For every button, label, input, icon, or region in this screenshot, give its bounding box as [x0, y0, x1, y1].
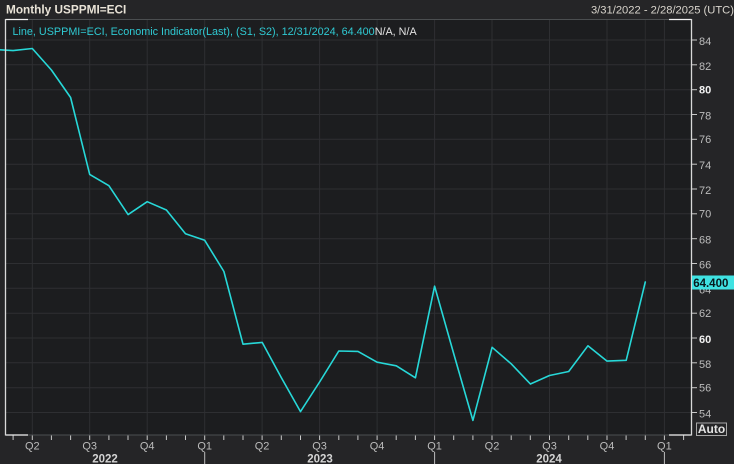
svg-text:Q1: Q1	[197, 441, 212, 453]
svg-text:2022: 2022	[92, 453, 118, 464]
svg-text:76: 76	[699, 134, 711, 146]
svg-text:Q4: Q4	[370, 441, 385, 453]
svg-text:Q2: Q2	[485, 441, 500, 453]
svg-text:Q3: Q3	[542, 441, 557, 453]
svg-text:82: 82	[699, 61, 711, 73]
svg-text:54: 54	[699, 409, 711, 421]
svg-text:72: 72	[699, 185, 711, 197]
svg-text:Q1: Q1	[427, 441, 442, 453]
svg-text:3/31/2022 - 2/28/2025 (UTC): 3/31/2022 - 2/28/2025 (UTC)	[591, 5, 734, 17]
svg-text:62: 62	[699, 308, 711, 320]
svg-text:2024: 2024	[536, 453, 562, 464]
svg-text:84: 84	[699, 36, 711, 48]
svg-text:Q1: Q1	[657, 441, 672, 453]
svg-text:58: 58	[699, 359, 711, 371]
svg-text:68: 68	[699, 235, 711, 247]
svg-text:80: 80	[699, 85, 711, 97]
svg-text:Q4: Q4	[600, 441, 615, 453]
svg-text:Q2: Q2	[25, 441, 40, 453]
svg-text:66: 66	[699, 260, 711, 272]
svg-text:Line, USPPMI=ECI, Economic Ind: Line, USPPMI=ECI, Economic Indicator(Las…	[13, 26, 418, 38]
svg-text:74: 74	[699, 160, 711, 172]
svg-text:Q4: Q4	[140, 441, 155, 453]
svg-text:78: 78	[699, 111, 711, 123]
svg-text:60: 60	[699, 334, 711, 346]
svg-text:Q2: Q2	[255, 441, 270, 453]
svg-text:Q3: Q3	[82, 441, 97, 453]
svg-text:Auto: Auto	[698, 422, 725, 436]
svg-text:64.400: 64.400	[693, 278, 728, 290]
svg-text:Monthly USPPMI=ECI: Monthly USPPMI=ECI	[6, 3, 126, 17]
svg-text:Q3: Q3	[312, 441, 327, 453]
svg-text:2023: 2023	[307, 453, 333, 464]
svg-text:70: 70	[699, 209, 711, 221]
svg-text:56: 56	[699, 383, 711, 395]
